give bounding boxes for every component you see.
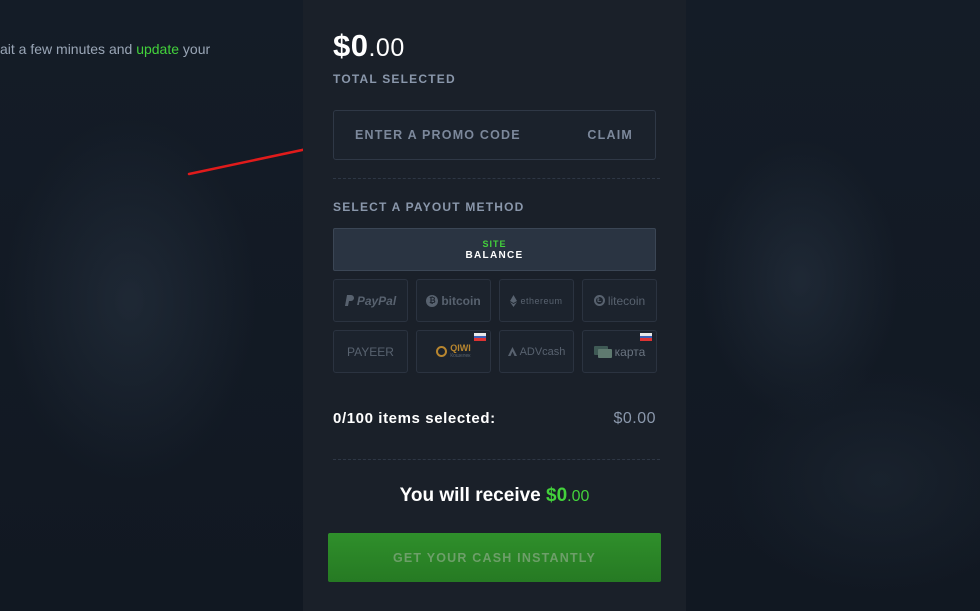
receive-amount: $0.00 [546, 485, 589, 506]
payout-method-ethereum[interactable]: ethereum [499, 279, 574, 322]
ethereum-logo: ethereum [510, 294, 563, 307]
payout-method-payeer[interactable]: PAYEER [333, 330, 408, 373]
ethereum-icon [510, 294, 518, 307]
qiwi-label: QIWI [450, 342, 471, 353]
bitcoin-icon: ₿ [426, 294, 439, 307]
payout-methods-grid: PayPal ₿ bitcoin ethereum Ł litecoin PAY… [333, 279, 657, 373]
ethereum-label: ethereum [520, 295, 563, 306]
bitcoin-logo: ₿ bitcoin [426, 293, 481, 308]
card-icon [593, 345, 612, 358]
divider [333, 178, 660, 179]
receive-summary: You will receive $0.00 [303, 485, 686, 507]
litecoin-logo: Ł litecoin [593, 293, 646, 308]
payeer-logo: PAYEER [347, 345, 394, 359]
payout-method-litecoin[interactable]: Ł litecoin [582, 279, 657, 322]
paypal-icon [344, 295, 354, 306]
promo-code-input[interactable] [334, 111, 564, 159]
site-balance-button[interactable]: SITE BALANCE [333, 228, 656, 271]
qiwi-icon [436, 346, 448, 357]
payout-method-qiwi[interactable]: QIWI Кошелек [416, 330, 491, 373]
qiwi-sublabel: Кошелек [450, 352, 471, 359]
site-balance-line2: BALANCE [465, 250, 524, 261]
divider [333, 459, 660, 460]
update-link[interactable]: update [136, 41, 179, 57]
total-amount-cents: .00 [368, 34, 405, 62]
receive-amount-dollars: $0 [546, 485, 568, 506]
total-amount-dollars: $0 [333, 28, 369, 63]
ru-flag-icon [640, 333, 652, 342]
paypal-label: PayPal [356, 293, 397, 308]
qiwi-text: QIWI Кошелек [450, 342, 471, 360]
claim-button[interactable]: CLAIM [587, 111, 633, 159]
site-balance-line1: SITE [482, 239, 507, 249]
advcash-icon [507, 347, 517, 356]
get-cash-button[interactable]: GET YOUR CASH INSTANTLY [328, 533, 661, 582]
payout-method-bitcoin[interactable]: ₿ bitcoin [416, 279, 491, 322]
card-label: карта [614, 344, 646, 359]
qiwi-logo: QIWI Кошелек [436, 342, 471, 360]
litecoin-label: litecoin [607, 293, 646, 308]
update-notice: ait a few minutes and update your [0, 41, 210, 57]
items-selected-text: 0/100 items selected: [333, 410, 496, 427]
litecoin-icon: Ł [593, 295, 605, 306]
advcash-logo: ADVcash [507, 345, 566, 358]
notice-text-before: ait a few minutes and [0, 41, 137, 57]
advcash-label: ADVcash [519, 345, 566, 358]
total-amount: $0.00 [333, 28, 405, 64]
receive-amount-cents: .00 [567, 488, 590, 505]
ru-flag-icon [474, 333, 486, 342]
card-logo: карта [593, 344, 646, 359]
payout-method-card[interactable]: карта [582, 330, 657, 373]
total-selected-label: TOTAL SELECTED [333, 72, 456, 86]
promo-code-box: CLAIM [333, 110, 656, 160]
payeer-label: PAYEER [347, 344, 394, 359]
items-selected-value: $0.00 [613, 410, 656, 427]
cashout-panel: $0.00 TOTAL SELECTED CLAIM SELECT A PAYO… [303, 0, 686, 611]
paypal-logo: PayPal [344, 293, 397, 308]
payout-method-paypal[interactable]: PayPal [333, 279, 408, 322]
payout-method-label: SELECT A PAYOUT METHOD [333, 200, 525, 214]
payout-method-advcash[interactable]: ADVcash [499, 330, 574, 373]
bitcoin-label: bitcoin [441, 293, 481, 308]
notice-text-after: your [179, 41, 211, 57]
receive-prefix: You will receive [399, 485, 547, 506]
